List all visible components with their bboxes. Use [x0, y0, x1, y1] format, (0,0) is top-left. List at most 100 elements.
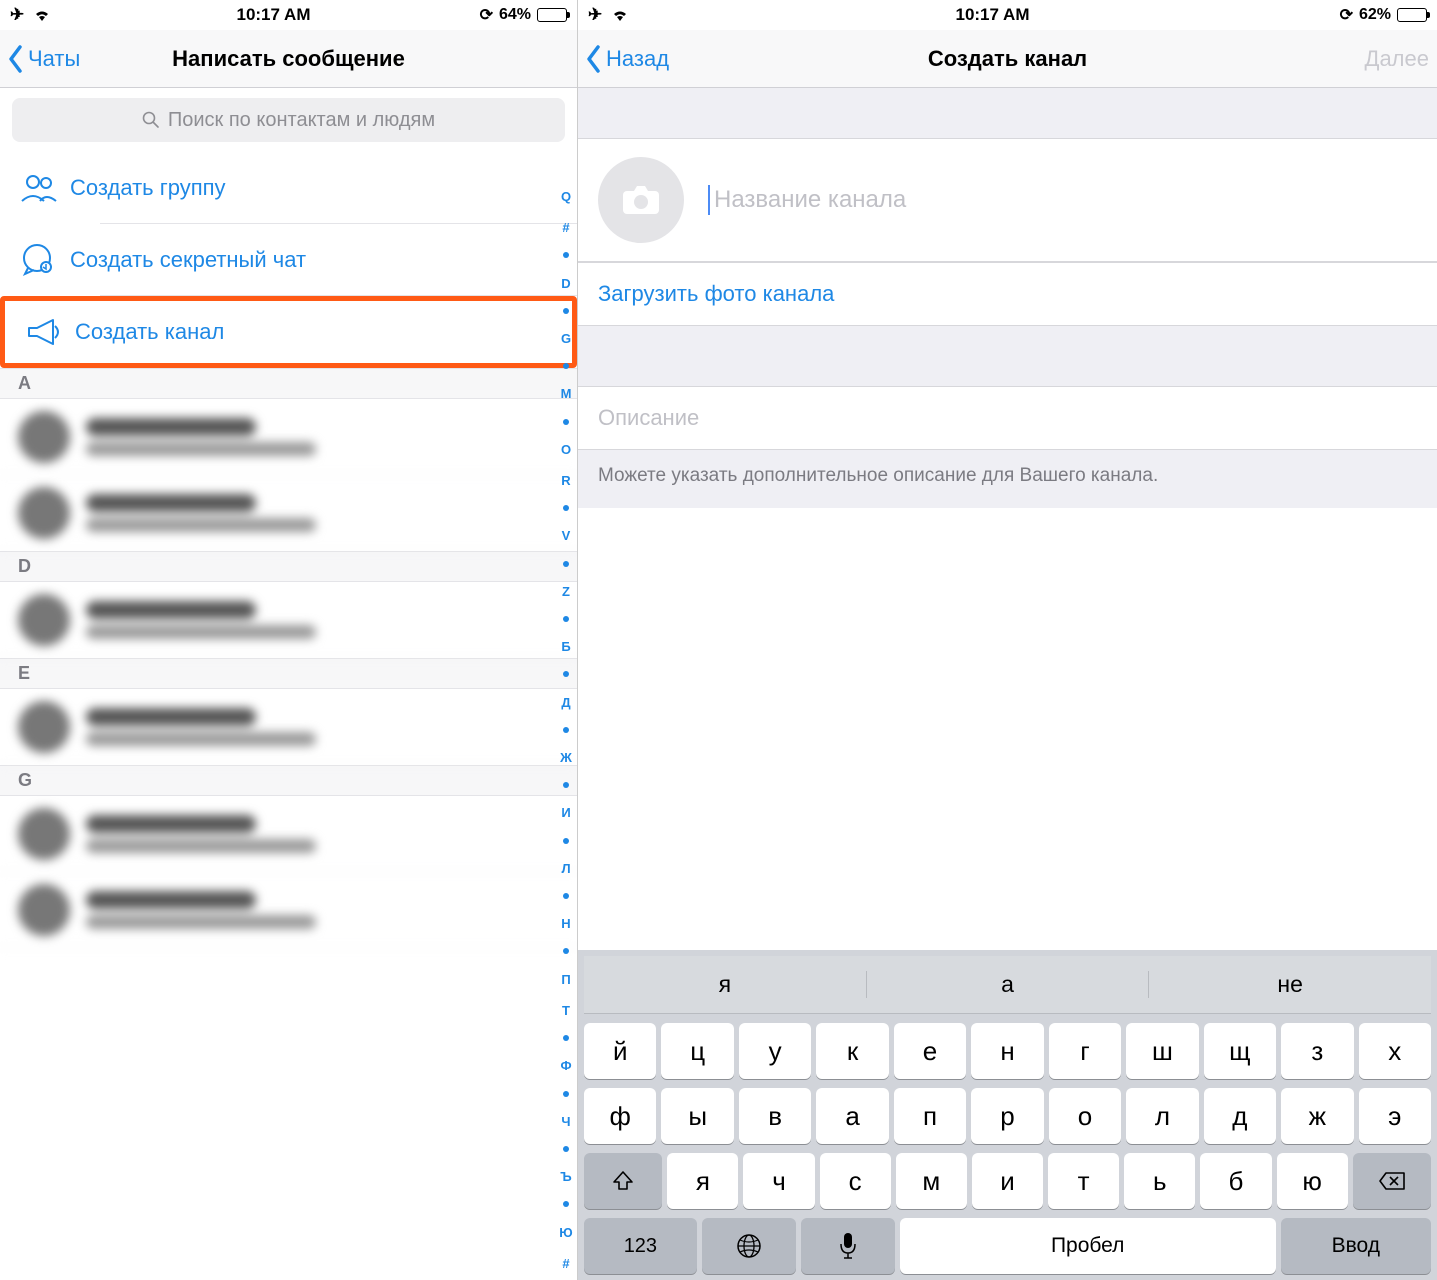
letter-key[interactable]: в: [739, 1088, 811, 1144]
index-dot[interactable]: [563, 363, 569, 369]
index-dot[interactable]: [563, 1146, 569, 1152]
index-dot[interactable]: [563, 948, 569, 954]
letter-key[interactable]: ч: [743, 1153, 814, 1209]
letter-key[interactable]: ь: [1124, 1153, 1195, 1209]
contact-item[interactable]: [0, 475, 577, 551]
letter-key[interactable]: ш: [1126, 1023, 1198, 1079]
index-letter[interactable]: Ю: [559, 1226, 572, 1239]
letter-key[interactable]: м: [896, 1153, 967, 1209]
letter-key[interactable]: к: [816, 1023, 888, 1079]
index-letter[interactable]: П: [561, 973, 570, 986]
contact-item[interactable]: [0, 689, 577, 765]
letter-key[interactable]: е: [894, 1023, 966, 1079]
index-letter[interactable]: Н: [561, 917, 570, 930]
globe-key[interactable]: [702, 1218, 796, 1274]
contact-item[interactable]: [0, 872, 577, 948]
letter-key[interactable]: ж: [1281, 1088, 1353, 1144]
index-letter[interactable]: R: [561, 474, 570, 487]
index-dot[interactable]: [563, 505, 569, 511]
index-letter[interactable]: Б: [561, 640, 570, 653]
index-letter[interactable]: O: [561, 443, 571, 456]
index-letter[interactable]: Л: [561, 862, 570, 875]
letter-key[interactable]: о: [1049, 1088, 1121, 1144]
letter-key[interactable]: х: [1359, 1023, 1431, 1079]
index-letter[interactable]: G: [561, 332, 571, 345]
index-dot[interactable]: [563, 782, 569, 788]
create-channel-button[interactable]: Создать канал: [0, 296, 577, 368]
index-dot[interactable]: [563, 893, 569, 899]
contact-item[interactable]: [0, 582, 577, 658]
index-dot[interactable]: [563, 1091, 569, 1097]
enter-key[interactable]: Ввод: [1281, 1218, 1431, 1274]
letter-key[interactable]: л: [1126, 1088, 1198, 1144]
index-dot[interactable]: [563, 671, 569, 677]
create-secret-chat-button[interactable]: Создать секретный чат: [0, 224, 577, 296]
letter-key[interactable]: и: [972, 1153, 1043, 1209]
index-dot[interactable]: [563, 616, 569, 622]
backspace-key[interactable]: [1353, 1153, 1431, 1209]
index-letter[interactable]: #: [562, 221, 569, 234]
suggestion-key[interactable]: я: [584, 971, 867, 998]
index-letter[interactable]: Ъ: [560, 1170, 571, 1183]
index-dot[interactable]: [563, 419, 569, 425]
letter-key[interactable]: щ: [1204, 1023, 1276, 1079]
back-button[interactable]: Назад: [586, 45, 669, 73]
shift-key[interactable]: [584, 1153, 662, 1209]
upload-photo-button[interactable]: Загрузить фото канала: [578, 262, 1437, 326]
index-letter[interactable]: D: [561, 277, 570, 290]
numbers-key[interactable]: 123: [584, 1218, 697, 1274]
contact-item[interactable]: [0, 399, 577, 475]
index-letter[interactable]: Ч: [561, 1115, 570, 1128]
letter-key[interactable]: у: [739, 1023, 811, 1079]
index-letter[interactable]: Q: [561, 190, 571, 203]
letter-key[interactable]: с: [820, 1153, 891, 1209]
space-key[interactable]: Пробел: [900, 1218, 1276, 1274]
channel-description-input[interactable]: Описание: [578, 386, 1437, 449]
letter-key[interactable]: ы: [661, 1088, 733, 1144]
status-bar: ✈ 10:17 AM ⟳ 62%: [578, 0, 1437, 30]
letter-key[interactable]: я: [667, 1153, 738, 1209]
letter-key[interactable]: п: [894, 1088, 966, 1144]
suggestion-key[interactable]: а: [867, 971, 1150, 998]
index-letter[interactable]: И: [561, 806, 570, 819]
index-dot[interactable]: [563, 561, 569, 567]
letter-key[interactable]: э: [1359, 1088, 1431, 1144]
mic-key[interactable]: [801, 1218, 895, 1274]
contact-item[interactable]: [0, 796, 577, 872]
index-dot[interactable]: [563, 252, 569, 258]
letter-key[interactable]: т: [1048, 1153, 1119, 1209]
letter-key[interactable]: й: [584, 1023, 656, 1079]
letter-key[interactable]: р: [971, 1088, 1043, 1144]
index-dot[interactable]: [563, 727, 569, 733]
index-letter[interactable]: Ф: [560, 1059, 571, 1072]
letter-key[interactable]: ю: [1277, 1153, 1348, 1209]
alphabet-index[interactable]: Q # D G M O R V Z Б Д Ж И Л Н П Т Ф Ч Ъ Ю #: [557, 190, 575, 1270]
index-letter[interactable]: Д: [561, 696, 570, 709]
create-group-button[interactable]: Создать группу: [0, 152, 577, 224]
search-input[interactable]: Поиск по контактам и людям: [12, 98, 565, 142]
letter-key[interactable]: а: [816, 1088, 888, 1144]
index-dot[interactable]: [563, 308, 569, 314]
back-button[interactable]: Чаты: [8, 45, 80, 73]
index-dot[interactable]: [563, 1035, 569, 1041]
next-button[interactable]: Далее: [1365, 46, 1429, 72]
index-letter[interactable]: Т: [562, 1004, 570, 1017]
letter-key[interactable]: б: [1200, 1153, 1271, 1209]
index-letter[interactable]: V: [562, 529, 571, 542]
channel-name-input[interactable]: Название канала: [708, 185, 906, 215]
letter-key[interactable]: з: [1281, 1023, 1353, 1079]
index-letter[interactable]: #: [562, 1257, 569, 1270]
suggestion-key[interactable]: не: [1149, 971, 1431, 998]
channel-photo-button[interactable]: [598, 157, 684, 243]
index-letter[interactable]: Z: [562, 585, 570, 598]
index-dot[interactable]: [563, 838, 569, 844]
letter-key[interactable]: г: [1049, 1023, 1121, 1079]
index-letter[interactable]: Ж: [560, 751, 572, 764]
index-dot[interactable]: [563, 1201, 569, 1207]
letter-key[interactable]: ф: [584, 1088, 656, 1144]
section-header: D: [0, 551, 577, 582]
letter-key[interactable]: ц: [661, 1023, 733, 1079]
letter-key[interactable]: н: [971, 1023, 1043, 1079]
index-letter[interactable]: M: [561, 387, 572, 400]
letter-key[interactable]: д: [1204, 1088, 1276, 1144]
